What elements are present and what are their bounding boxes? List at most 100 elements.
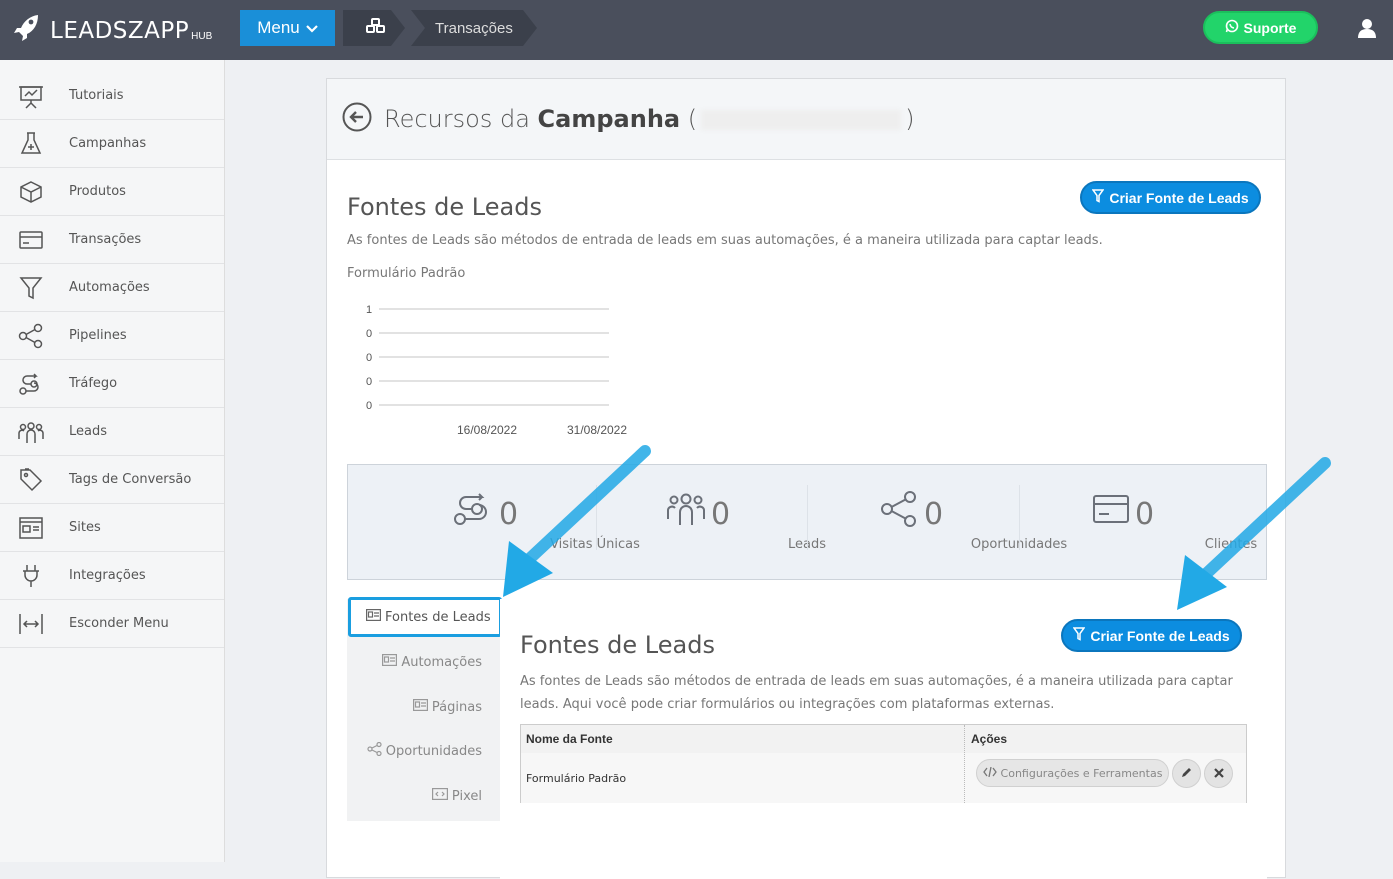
lead-sources-table: Nome da Fonte Ações Formulário Padrão Co… [520,724,1247,803]
panel-header: Recursos da Campanha () [327,79,1285,160]
plug-icon [17,562,45,590]
sidebar-item-campanhas[interactable]: Campanhas [0,120,224,168]
back-arrow-icon[interactable] [342,102,372,137]
tab-automacoes[interactable]: Automações [382,648,482,676]
breadcrumb-label: Transações [435,19,513,37]
tab-oportunidades[interactable]: Oportunidades [367,737,482,765]
config-tools-button[interactable]: Configurações e Ferramentas [976,759,1169,787]
create-lead-source-button[interactable]: Criar Fonte de Leads [1080,181,1261,214]
funnel-icon [1091,189,1105,206]
sidebar-item-integracoes[interactable]: Integrações [0,552,224,600]
x-tick-label: 16/08/2022 [457,423,517,437]
blurred-campaign-name [701,110,902,130]
sidebar-item-sites[interactable]: Sites [0,504,224,552]
menu-label: Menu [257,18,300,37]
main-panel: Recursos da Campanha () Fontes de Leads … [326,78,1286,879]
sidebar-item-label: Pipelines [69,328,127,343]
sidebar-item-leads[interactable]: Leads [0,408,224,456]
sidebar-item-label: Automações [69,280,150,295]
code-icon [431,788,448,804]
section-title: Fontes de Leads [347,193,542,221]
delete-button[interactable] [1204,759,1233,788]
y-tick-label: 0 [366,376,372,388]
y-tick-label: 0 [366,352,372,364]
create-lead-source-button[interactable]: Criar Fonte de Leads [1061,619,1242,652]
cubes-icon [365,18,387,38]
form-icon [366,609,382,625]
table-header-name: Nome da Fonte [526,732,613,746]
top-bar: LEADSZAPP HUB Menu Transações Suporte [0,0,1393,60]
funnel-icon [17,274,45,302]
sidebar-item-label: Tutoriais [69,88,124,103]
create-button-label: Criar Fonte de Leads [1090,627,1230,644]
route-icon [17,370,45,398]
page-title: Recursos da Campanha () [384,105,915,133]
sidebar-item-label: Esconder Menu [69,616,169,631]
breadcrumb-home[interactable] [343,10,405,46]
sidebar-item-transacoes[interactable]: Transações [0,216,224,264]
support-button[interactable]: Suporte [1203,11,1318,44]
pencil-icon [1181,765,1193,783]
table-header-actions: Ações [971,732,1008,746]
sidebar-item-esconder-menu[interactable]: Esconder Menu [0,600,224,648]
sidebar-item-pipelines[interactable]: Pipelines [0,312,224,360]
sidebar-item-tags-de-conversao[interactable]: Tags de Conversão [0,456,224,504]
tab-content: Fontes de Leads Criar Fonte de Leads As … [500,599,1267,879]
content-description: As fontes de Leads são métodos de entrad… [520,674,1233,712]
create-button-label: Criar Fonte de Leads [1109,189,1249,206]
browser-icon [17,514,45,542]
form-icon [412,699,428,715]
title-open: ( [687,105,698,133]
title-close: ) [905,105,915,133]
logo[interactable]: LEADSZAPP HUB [14,14,212,47]
credit-card-icon [1092,493,1130,530]
sidebar-item-label: Tráfego [69,376,118,391]
sidebar-item-label: Integrações [69,568,146,583]
presentation-icon [17,82,45,110]
sidebar: Tutoriais Campanhas Produtos Transações … [0,60,225,862]
tab-label: Páginas [431,699,482,715]
y-tick-label: 0 [366,328,372,340]
stat-value: 0 [924,497,944,532]
rocket-icon [14,14,40,47]
stat-leads: 0 Leads [595,485,826,552]
stat-value: 0 [711,497,731,532]
sidebar-item-produtos[interactable]: Produtos [0,168,224,216]
sidebar-item-tutoriais[interactable]: Tutoriais [0,72,224,120]
users-icon [17,418,45,446]
sidebar-item-trafego[interactable]: Tráfego [0,360,224,408]
stat-value: 0 [1135,497,1155,532]
sidebar-item-label: Tags de Conversão [69,472,192,487]
logo-text: LEADSZAPP [50,17,190,44]
breadcrumb-current[interactable]: Transações [411,10,537,46]
column-divider [964,725,965,803]
resource-tabs: Fontes de Leads Automações Páginas Oport… [347,597,502,821]
tab-label: Pixel [451,788,482,804]
share-icon [880,491,918,532]
edit-button[interactable] [1172,759,1201,788]
funnel-icon [1072,627,1086,644]
user-icon[interactable] [1358,18,1376,43]
title-prefix: Recursos da [384,105,530,133]
sidebar-item-automacoes[interactable]: Automações [0,264,224,312]
y-tick-label: 1 [366,304,372,316]
section-description: As fontes de Leads são métodos de entrad… [347,233,1103,248]
stat-visitas-unicas: 0 Visitas Únicas [383,485,640,552]
stat-value: 0 [499,497,519,532]
code-icon [982,766,997,780]
tab-pixel[interactable]: Pixel [431,782,482,810]
arrows-horizontal-icon [17,610,45,638]
share-icon [367,741,382,760]
sidebar-item-label: Campanhas [69,136,147,151]
tags-icon [17,466,45,494]
chevron-down-icon [305,18,318,38]
logo-sub: HUB [191,31,213,42]
tab-paginas[interactable]: Páginas [412,693,482,721]
close-icon [1213,765,1224,783]
stat-clientes: 0 Clientes [1019,485,1257,552]
sidebar-item-label: Leads [69,424,108,439]
tab-fontes-de-leads[interactable]: Fontes de Leads [348,597,502,637]
sidebar-item-label: Transações [69,232,142,247]
menu-button[interactable]: Menu [240,10,335,46]
whatsapp-icon [1225,19,1239,36]
